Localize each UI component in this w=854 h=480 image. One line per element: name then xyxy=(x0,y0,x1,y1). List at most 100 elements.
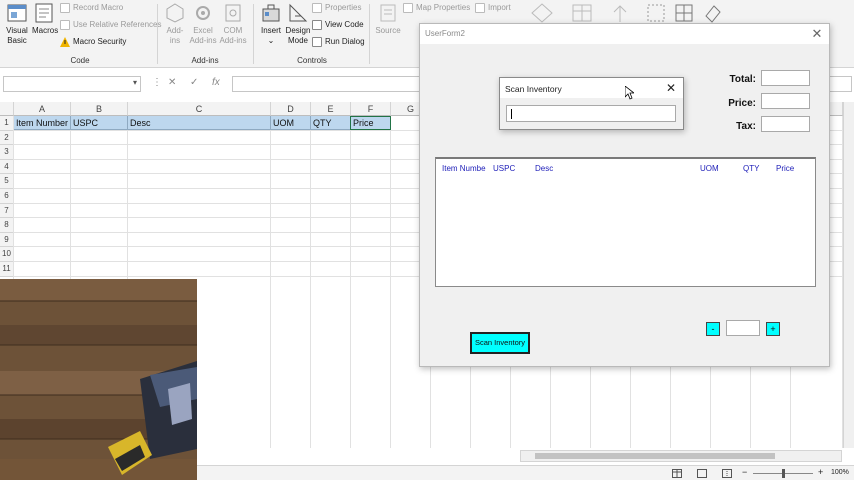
addins-group-label: Add-ins xyxy=(191,56,219,65)
use-relative-references-button[interactable]: Use Relative References xyxy=(60,19,161,31)
addins-label-2: ins xyxy=(169,36,181,45)
properties-label: Properties xyxy=(325,3,362,12)
row-header-3[interactable]: 3 xyxy=(0,145,14,160)
column-header-b[interactable]: B xyxy=(71,102,128,116)
properties-button[interactable]: Properties xyxy=(312,2,361,14)
userform-titlebar[interactable]: UserForm2 ✕ xyxy=(420,24,829,44)
inventory-listbox[interactable]: Item Numbe USPC Desc UOM QTY Price xyxy=(435,157,816,287)
map-properties-label: Map Properties xyxy=(416,3,471,12)
scan-dialog-title: Scan Inventory xyxy=(505,84,562,94)
zoom-out-icon[interactable]: − xyxy=(742,467,747,477)
zoom-slider-thumb[interactable] xyxy=(782,469,785,478)
increase-qty-button[interactable]: + xyxy=(766,322,780,336)
row-header-2[interactable]: 2 xyxy=(0,130,14,146)
excel-addins-label: Excel xyxy=(193,26,213,35)
header-cell[interactable]: Item Number xyxy=(14,116,71,130)
total-field[interactable] xyxy=(761,70,810,86)
gear-icon xyxy=(196,6,210,20)
decrease-qty-button[interactable]: - xyxy=(706,322,720,336)
scan-dialog-titlebar[interactable]: Scan Inventory ✕ xyxy=(500,78,683,98)
map-properties-button[interactable]: Map Properties xyxy=(403,2,470,14)
design-mode-button[interactable]: Design Mode xyxy=(285,2,311,46)
name-box[interactable]: ▾ xyxy=(3,76,141,92)
design-mode-label: Design xyxy=(285,26,311,35)
column-header-c[interactable]: C xyxy=(128,102,271,116)
vertical-scrollbar[interactable] xyxy=(843,102,854,448)
row-header-10[interactable]: 10 xyxy=(0,247,14,262)
column-header-e[interactable]: E xyxy=(311,102,351,116)
list-header-item-number: Item Numbe xyxy=(442,164,486,173)
import-button[interactable]: Import xyxy=(475,2,511,14)
header-cell[interactable]: QTY xyxy=(311,116,351,130)
row-header-9[interactable]: 9 xyxy=(0,232,14,248)
chevron-down-icon[interactable]: ▾ xyxy=(133,78,137,87)
row-header-8[interactable]: 8 xyxy=(0,218,14,233)
macro-security-label: Macro Security xyxy=(73,37,127,46)
addins-label: Add- xyxy=(166,26,184,35)
column-header-f[interactable]: F xyxy=(351,102,391,116)
macros-button[interactable]: Macros xyxy=(32,2,58,36)
view-code-icon xyxy=(312,20,322,30)
scan-input[interactable] xyxy=(506,105,676,122)
qty-field[interactable] xyxy=(726,320,760,336)
zoom-in-icon[interactable]: + xyxy=(818,467,823,477)
page-break-icon[interactable] xyxy=(722,469,732,478)
import-label: Import xyxy=(488,3,511,12)
eraser-icon xyxy=(705,5,721,23)
group-separator xyxy=(369,4,370,64)
fx-icon[interactable]: fx xyxy=(212,77,220,88)
macros-icon xyxy=(35,3,53,23)
row-header-5[interactable]: 5 xyxy=(0,174,14,189)
horizontal-scrollbar[interactable] xyxy=(520,450,842,462)
excel-window: Visual Basic Macros Record Macro Use Rel… xyxy=(0,0,854,480)
row-header-11[interactable]: 11 xyxy=(0,262,14,277)
tax-field[interactable] xyxy=(761,116,810,132)
header-cell[interactable]: USPC xyxy=(71,116,128,130)
record-macro-button[interactable]: Record Macro xyxy=(60,2,123,14)
source-icon xyxy=(380,4,396,22)
header-cell[interactable]: Desc xyxy=(128,116,271,130)
table-icon xyxy=(572,4,592,22)
visual-basic-button[interactable]: Visual Basic xyxy=(4,2,30,46)
design-mode-label-2: Mode xyxy=(287,36,308,45)
select-all-corner[interactable] xyxy=(0,102,14,116)
column-header-d[interactable]: D xyxy=(271,102,311,116)
selected-cell[interactable] xyxy=(350,116,391,130)
source-button[interactable]: Source xyxy=(375,2,401,36)
status-bar: − + 100% xyxy=(197,465,854,480)
excel-addins-button[interactable]: Excel Add-ins xyxy=(189,2,217,46)
arrow-up-icon xyxy=(613,5,627,22)
price-field[interactable] xyxy=(761,93,810,109)
run-dialog-button[interactable]: Run Dialog xyxy=(312,36,365,48)
chevron-down-icon: ⌄ xyxy=(267,36,275,45)
grid-line xyxy=(270,116,271,448)
cancel-icon[interactable]: ✕ xyxy=(168,77,176,88)
view-code-button[interactable]: View Code xyxy=(312,19,364,31)
record-macro-label: Record Macro xyxy=(73,3,124,12)
page-layout-icon[interactable] xyxy=(697,469,707,478)
run-dialog-label: Run Dialog xyxy=(325,37,365,46)
list-header-desc: Desc xyxy=(535,164,554,173)
text-caret xyxy=(511,109,512,119)
row-header-6[interactable]: 6 xyxy=(0,189,14,204)
close-icon[interactable]: ✕ xyxy=(662,79,680,97)
group-separator xyxy=(253,4,254,64)
zoom-level[interactable]: 100% xyxy=(831,469,849,476)
row-header-4[interactable]: 4 xyxy=(0,159,14,175)
scan-inventory-button[interactable]: Scan Inventory xyxy=(470,332,530,354)
close-icon[interactable]: ✕ xyxy=(808,25,826,43)
scan-inventory-dialog[interactable]: Scan Inventory ✕ xyxy=(499,77,684,130)
insert-control-button[interactable]: Insert ⌄ xyxy=(259,2,283,46)
enter-icon[interactable]: ✓ xyxy=(190,77,198,88)
column-header-a[interactable]: A xyxy=(14,102,71,116)
com-addins-button[interactable]: COM Add-ins xyxy=(219,2,247,46)
normal-view-icon[interactable] xyxy=(672,469,682,478)
macro-security-button[interactable]: Macro Security xyxy=(60,36,126,48)
row-header-7[interactable]: 7 xyxy=(0,203,14,219)
header-cell[interactable]: UOM xyxy=(271,116,311,130)
scroll-thumb[interactable] xyxy=(535,453,775,459)
addins-button[interactable]: Add- ins xyxy=(163,2,187,46)
row-header-1[interactable]: 1 xyxy=(0,116,14,131)
com-addins-label-2: Add-ins xyxy=(219,36,247,45)
userform-window[interactable]: UserForm2 ✕ Total: Price: Tax: Item Numb… xyxy=(419,23,830,367)
